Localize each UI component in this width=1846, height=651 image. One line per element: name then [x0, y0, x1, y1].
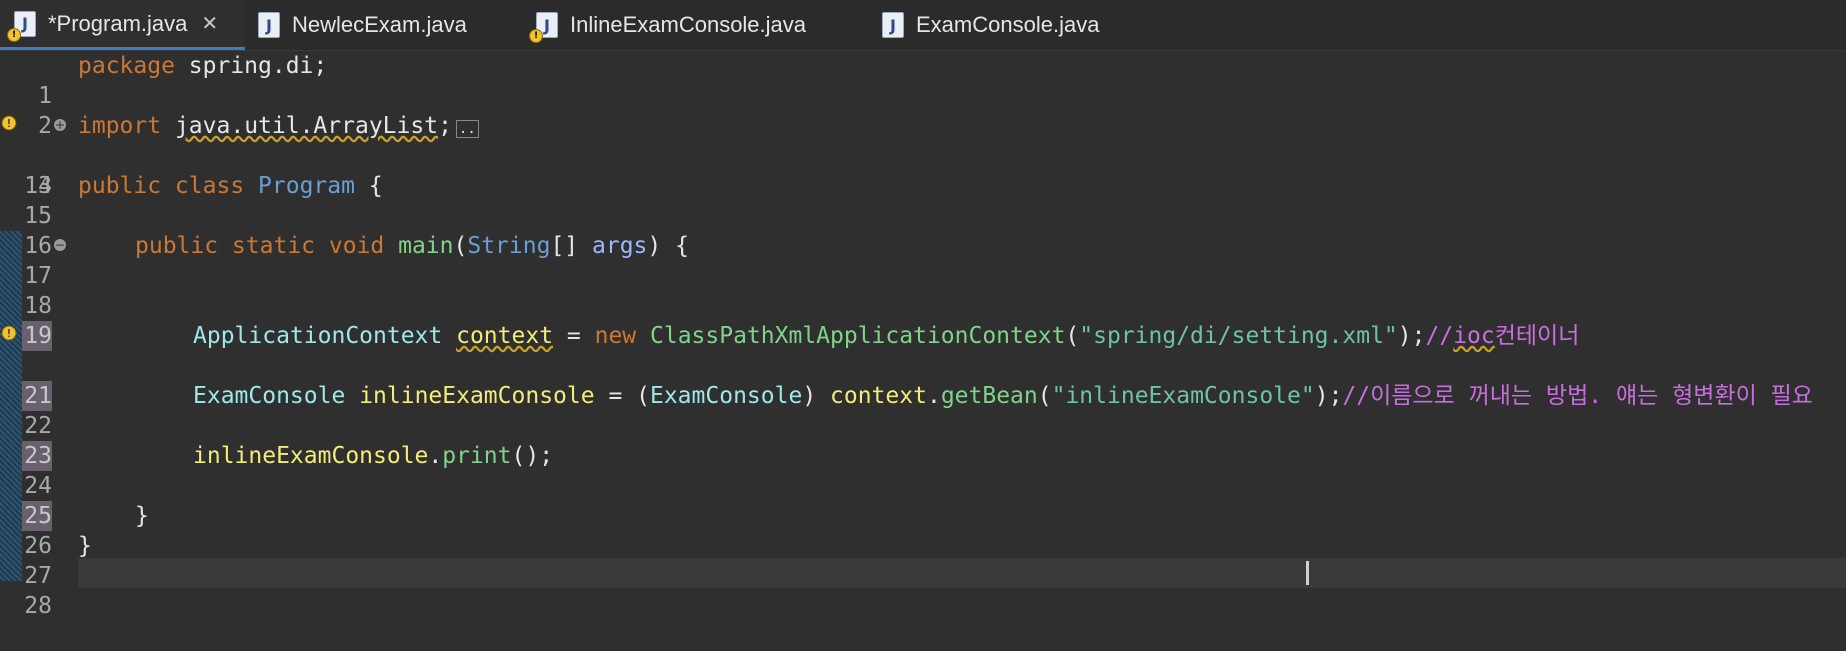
- package-name: spring.di;: [174, 53, 328, 79]
- line-number: 28: [24, 593, 52, 619]
- tab-label: NewlecExam.java: [292, 12, 467, 37]
- tab-label: InlineExamConsole.java: [570, 12, 807, 37]
- code-line: ! 3 + import java.util.ArrayList;..: [0, 111, 1846, 199]
- code-line: 15 public class Program {: [0, 171, 1846, 229]
- warning-icon[interactable]: !: [0, 323, 20, 347]
- code-line: 25: [0, 471, 1846, 531]
- code-line: 22 ExamConsole inlineExamConsole = (Exam…: [0, 381, 1846, 439]
- code-line: 17 − public static void main(String[] ar…: [0, 231, 1846, 289]
- expand-fold-icon[interactable]: +: [54, 119, 66, 131]
- code-line: 2: [0, 81, 1846, 139]
- code-line: 19: [0, 291, 1846, 351]
- collapse-fold-icon[interactable]: −: [54, 239, 66, 251]
- warning-icon[interactable]: !: [0, 113, 20, 137]
- keyword: import: [78, 113, 162, 139]
- java-file-icon: J: [882, 12, 904, 38]
- code-line: 14: [0, 141, 1846, 199]
- keyword: package: [78, 53, 175, 79]
- code-line: 28: [0, 561, 1846, 619]
- close-icon[interactable]: ✕: [201, 11, 218, 36]
- warning-icon: !: [7, 27, 21, 42]
- code-line: 24 inlineExamConsole.print();: [0, 441, 1846, 499]
- folded-imports-box[interactable]: ..: [455, 120, 479, 138]
- java-file-icon: J!: [7, 10, 36, 42]
- code-line: 23: [0, 411, 1846, 471]
- warning-icon: !: [529, 29, 543, 43]
- variable-context: context: [456, 323, 554, 349]
- editor-tab-bar: J! *Program.java ✕ J NewlecExam.java J! …: [0, 0, 1846, 51]
- code-line: 18: [0, 261, 1846, 319]
- method-name: main: [398, 233, 454, 259]
- code-line: 16: [0, 201, 1846, 259]
- tab-label: *Program.java: [48, 10, 188, 36]
- svg-text:!: !: [7, 327, 11, 340]
- code-line: 26 }: [0, 501, 1846, 559]
- code-line: 21: [0, 351, 1846, 411]
- code-line: ! 20 ApplicationContext context = new Cl…: [0, 321, 1846, 409]
- java-file-icon: J: [258, 12, 280, 38]
- tab-newlecexam-java[interactable]: J NewlecExam.java: [258, 0, 518, 50]
- svg-text:!: !: [7, 117, 11, 130]
- tab-label: ExamConsole.java: [916, 12, 1100, 37]
- java-file-icon: J!: [529, 12, 558, 43]
- tab-program-java[interactable]: J! *Program.java ✕: [0, 0, 245, 50]
- code-line: 27 }: [0, 531, 1846, 589]
- import-path: java.util.ArrayList: [174, 113, 439, 139]
- class-name: Program: [258, 173, 355, 199]
- tab-examconsole-java[interactable]: J ExamConsole.java: [882, 0, 1142, 50]
- tab-inlineexamconsole-java[interactable]: J! InlineExamConsole.java: [529, 0, 856, 50]
- code-editor[interactable]: 1 package spring.di; 2 ! 3 + import java…: [0, 51, 1846, 619]
- code-line: 1 package spring.di;: [0, 51, 1846, 109]
